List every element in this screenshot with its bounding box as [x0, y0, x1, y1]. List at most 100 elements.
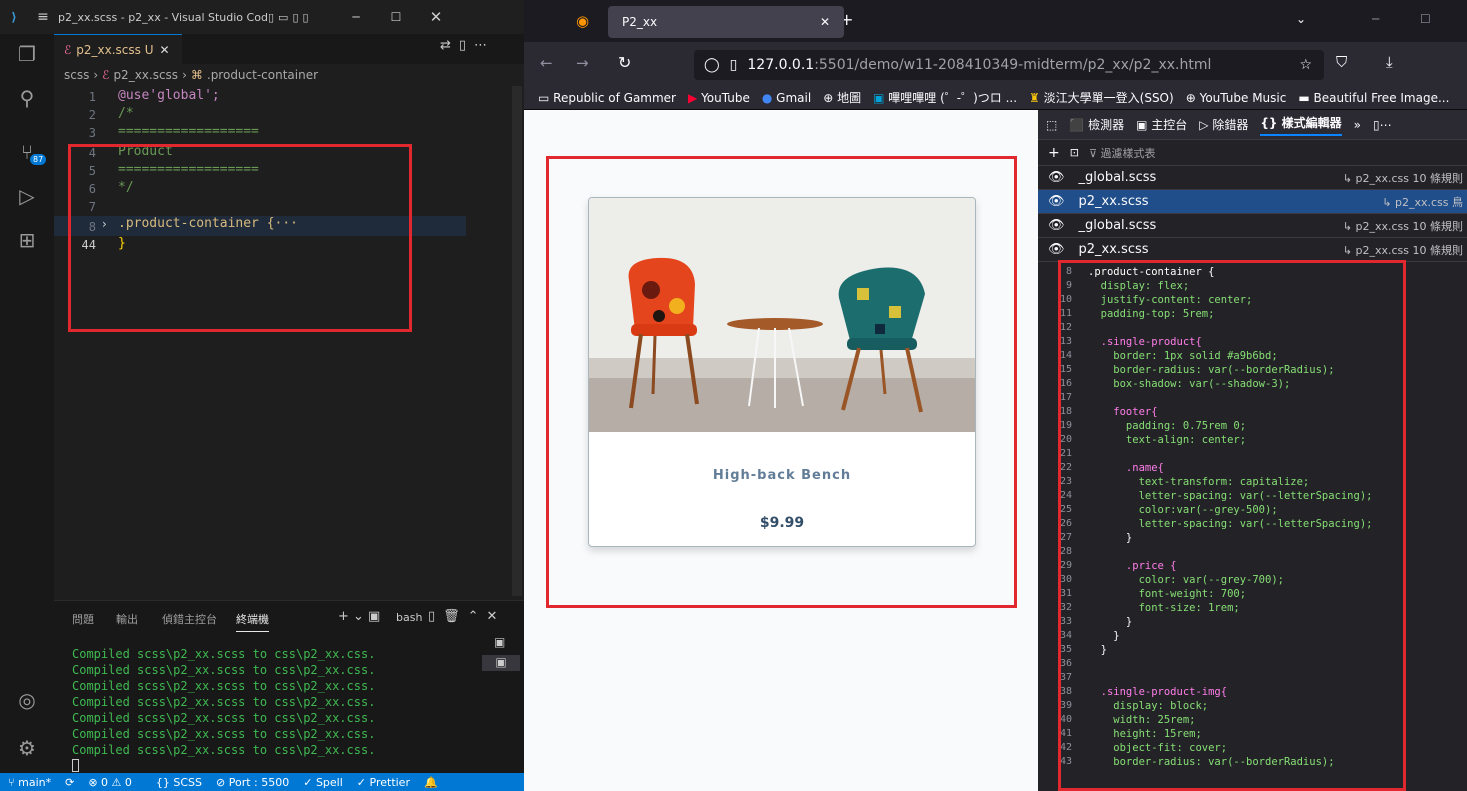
scss-file-icon: ℰ [64, 42, 72, 57]
tab-debug-console[interactable]: 偵錯主控台 [162, 611, 217, 627]
extensions-icon[interactable]: ⊞ [0, 220, 54, 260]
bookmark-item[interactable]: ⊕ YouTube Music [1186, 91, 1287, 105]
branch-name: main* [18, 775, 52, 789]
editor-actions[interactable]: ⇄▯⋯ [440, 38, 495, 53]
devtools-tab-style-editor[interactable]: {} 樣式編輯器 [1260, 114, 1342, 136]
explorer-icon[interactable]: ❐ [0, 34, 54, 74]
devtools-tab-console[interactable]: ▣ 主控台 [1136, 116, 1187, 133]
line-number: 3 [88, 126, 96, 140]
pocket-icon[interactable]: ⛉ [1336, 53, 1347, 71]
code-line[interactable]: ================== [118, 124, 259, 139]
vscode-titlebar: ⟩ ≡ p2_xx.scss - p2_xx - Visual Studio C… [0, 0, 524, 34]
tab-close-icon[interactable]: ✕ [820, 15, 830, 29]
reload-icon[interactable]: ↻ [618, 53, 631, 72]
port-label: Port : 5500 [228, 775, 290, 789]
import-icon[interactable]: ⊡ [1070, 146, 1079, 159]
stylesheet-item[interactable]: 👁 _global.scss ↳ p2_xx.css 10 條規則 [1038, 166, 1467, 190]
editor-scrollbar[interactable] [512, 86, 522, 596]
url-path: :5501/demo/w11-208410349-midterm/p2_xx/p… [814, 57, 1212, 73]
bookmark-label: 嗶哩嗶哩 (゜-゜)つロ ... [888, 91, 1018, 105]
branch-icon[interactable]: ⑂ main* [8, 776, 51, 789]
stylesheet-source[interactable]: ↳ p2_xx.css 鳥 [1382, 194, 1463, 210]
back-arrow-icon[interactable]: ← [540, 54, 553, 72]
prettier-label: Prettier [369, 775, 410, 789]
prettier-status[interactable]: ✓ Prettier [357, 776, 410, 789]
terminal-line: Compiled scss\p2_xx.scss to css\p2_xx.cs… [72, 679, 376, 693]
bookmark-item[interactable]: ▶ YouTube [688, 91, 750, 105]
terminal-shell[interactable]: bash [396, 611, 422, 624]
eye-icon[interactable]: 👁 [1048, 218, 1065, 233]
source-control-icon[interactable]: ⑂ 87 [0, 132, 54, 172]
minimize-button[interactable]: ─ [336, 10, 376, 24]
more-tools-icon[interactable]: » [1354, 118, 1361, 132]
sync-icon[interactable]: ⟳ [65, 776, 74, 789]
eye-icon[interactable]: 👁 [1048, 170, 1065, 185]
bookmark-label: 地圖 [837, 91, 862, 105]
breadcrumb-folder[interactable]: scss [64, 68, 89, 82]
stylesheet-source[interactable]: ↳ p2_xx.css 10 條規則 [1343, 242, 1463, 258]
bookmark-label: YouTube [701, 90, 750, 105]
layout-icon[interactable]: ▯▭▯▯ [268, 11, 336, 24]
notifications-icon[interactable]: 🔔 [424, 776, 438, 789]
breadcrumb-symbol[interactable]: .product-container [207, 68, 318, 82]
maximize-button[interactable]: ☐ [376, 10, 416, 24]
bookmark-item[interactable]: ♜ 淡江大學單一登入(SSO) [1029, 89, 1174, 106]
run-debug-icon[interactable]: ▷ [0, 176, 54, 216]
live-server-port[interactable]: ⊘ Port : 5500 [216, 776, 289, 789]
tab-terminal[interactable]: 終端機 [236, 611, 269, 632]
new-stylesheet-icon[interactable]: + [1048, 145, 1060, 161]
forward-arrow-icon[interactable]: → [576, 54, 589, 72]
stylesheet-item[interactable]: 👁 _global.scss ↳ p2_xx.css 10 條規則 [1038, 214, 1467, 238]
stylesheet-name: _global.scss [1078, 170, 1157, 185]
terminal-list-icon[interactable]: ▣ [494, 635, 505, 649]
problems-indicator[interactable]: ⊗ 0 ⚠ 0 [88, 776, 132, 789]
address-bar[interactable]: ◯ ▯ 127.0.0.1:5501/demo/w11-208410349-mi… [694, 50, 1324, 80]
code-line[interactable]: /* [118, 106, 134, 121]
style-editor-toolbar: + ⊡ ⊽ 過濾樣式表 [1038, 140, 1467, 166]
tab-problems[interactable]: 問題 [72, 611, 94, 627]
download-icon[interactable]: ⤓ [1386, 53, 1393, 71]
tab-list-icon[interactable]: ⌄ [1296, 12, 1306, 26]
terminal-line: Compiled scss\p2_xx.scss to css\p2_xx.cs… [72, 743, 376, 757]
terminal-line: Compiled scss\p2_xx.scss to css\p2_xx.cs… [72, 695, 376, 709]
language-mode[interactable]: {} SCSS [156, 776, 202, 789]
settings-gear-icon[interactable]: ⚙ [0, 728, 54, 768]
search-icon[interactable]: ⚲ [0, 78, 54, 118]
panel-actions[interactable]: ▯🗑⌃✕ [428, 609, 505, 624]
code-line[interactable]: @use'global'; [118, 88, 220, 103]
minimize-button[interactable]: ─ [1372, 12, 1379, 26]
close-button[interactable]: ✕ [416, 8, 456, 26]
add-terminal-icon[interactable]: + ⌄ ▣ [338, 609, 380, 624]
shield-icon[interactable]: ◯ [704, 57, 720, 73]
breadcrumb-file[interactable]: p2_xx.scss [113, 68, 178, 82]
bookmark-item[interactable]: ⊕ 地圖 [823, 89, 861, 106]
menu-icon[interactable]: ≡ [28, 9, 58, 25]
bookmark-star-icon[interactable]: ☆ [1299, 57, 1312, 73]
devtools-tab-debugger[interactable]: ▷ 除錯器 [1199, 116, 1248, 133]
stylesheet-source[interactable]: ↳ p2_xx.css 10 條規則 [1343, 218, 1463, 234]
stylesheet-item-selected[interactable]: 👁 p2_xx.scss ↳ p2_xx.css 鳥 [1038, 190, 1467, 214]
account-icon[interactable]: ◎ [0, 680, 54, 720]
editor-tab[interactable]: ℰ p2_xx.scss U ✕ [54, 34, 182, 64]
tab-label: 樣式編輯器 [1281, 115, 1342, 130]
filter-input[interactable]: ⊽ 過濾樣式表 [1089, 145, 1156, 161]
bookmark-item[interactable]: ▬ Beautiful Free Image... [1298, 91, 1449, 105]
maximize-button[interactable]: ☐ [1420, 12, 1431, 26]
browser-tab[interactable]: P2_xx ✕ [608, 6, 844, 38]
tab-close-icon[interactable]: ✕ [160, 43, 170, 57]
tab-output[interactable]: 輸出 [116, 611, 138, 627]
bookmark-item[interactable]: ▭ Republic of Gammer [538, 91, 676, 105]
firefox-menu-icon[interactable]: ◉ [576, 12, 589, 30]
eye-icon[interactable]: 👁 [1048, 194, 1065, 209]
stylesheet-source[interactable]: ↳ p2_xx.css 10 條規則 [1343, 170, 1463, 186]
spell-check[interactable]: ✓ Spell [303, 776, 343, 789]
bookmark-item[interactable]: ● Gmail [762, 91, 811, 105]
bookmark-item[interactable]: ▣ 嗶哩嗶哩 (゜-゜)つロ ... [873, 89, 1017, 106]
stylesheet-item[interactable]: 👁 p2_xx.scss ↳ p2_xx.css 10 條規則 [1038, 238, 1467, 262]
pick-element-icon[interactable]: ⬚ [1046, 118, 1057, 132]
eye-icon[interactable]: 👁 [1048, 242, 1065, 257]
terminal-cursor[interactable] [72, 759, 79, 772]
devtools-tab-inspector[interactable]: ⬛ 檢測器 [1069, 116, 1124, 133]
dock-icon[interactable]: ▯⋯ [1373, 118, 1392, 132]
terminal-list-active-icon[interactable]: ▣ [482, 655, 520, 671]
